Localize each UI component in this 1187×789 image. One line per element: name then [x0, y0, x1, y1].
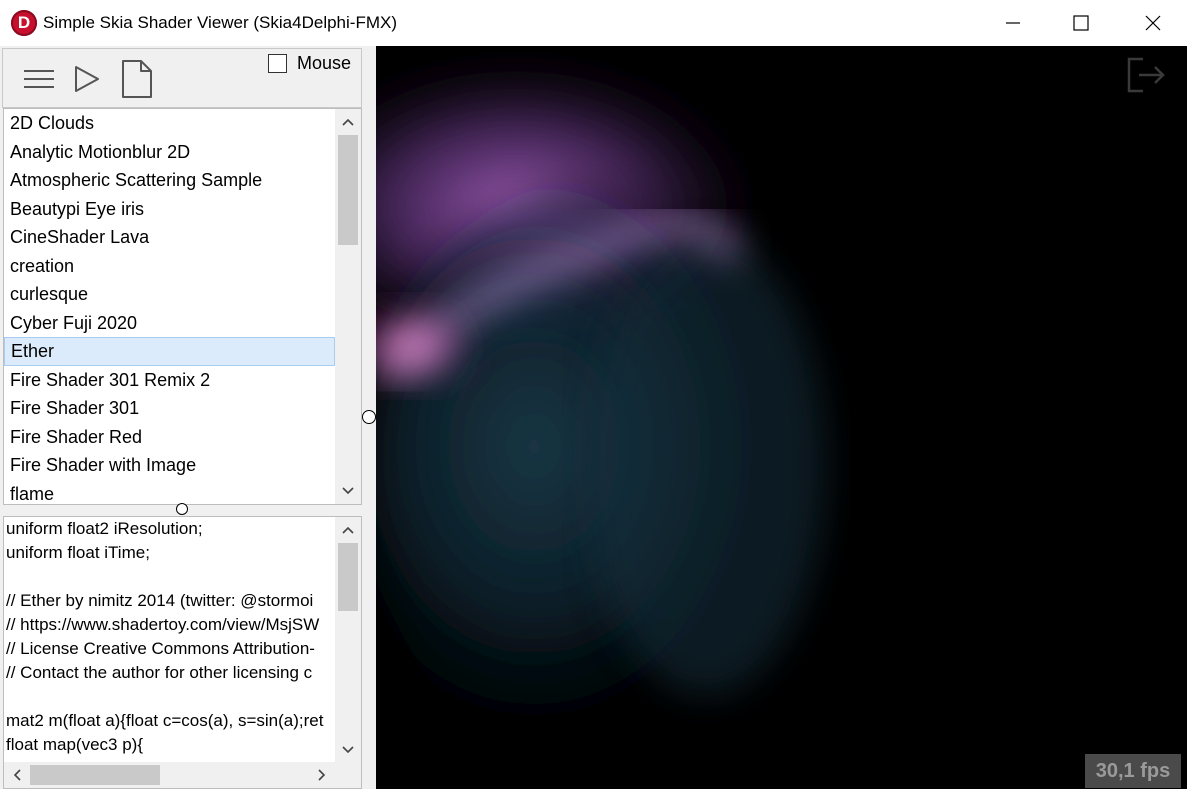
checkbox-box[interactable] — [268, 54, 287, 73]
shader-list-items: 2D Clouds Analytic Motionblur 2D Atmospher… — [4, 109, 361, 505]
document-icon — [122, 60, 152, 98]
code-lines: uniform float2 iResolution; uniform float… — [4, 517, 361, 757]
horizontal-splitter-handle[interactable] — [176, 503, 188, 515]
code-line: // Contact the author for other licensin… — [6, 663, 313, 682]
code-line: mat2 m(float a){float c=cos(a), s=sin(a)… — [6, 711, 324, 730]
shader-list-item[interactable]: Fire Shader 301 — [4, 394, 335, 423]
shader-list-item[interactable]: Cyber Fuji 2020 — [4, 309, 335, 338]
code-hscroll-thumb[interactable] — [30, 765, 160, 785]
shader-code-editor[interactable]: uniform float2 iResolution; uniform float… — [3, 516, 362, 789]
window-title: Simple Skia Shader Viewer (Skia4Delphi-F… — [43, 13, 397, 32]
exit-icon — [1127, 57, 1165, 93]
shader-list-item[interactable]: Ether — [4, 337, 335, 366]
exit-button[interactable] — [1123, 54, 1169, 96]
code-line: // License Creative Commons Attribution- — [6, 639, 315, 658]
code-line: float map(vec3 p){ — [6, 735, 144, 754]
shader-list-item[interactable]: Fire Shader 301 Remix 2 — [4, 366, 335, 395]
code-scroll-up-button[interactable] — [335, 517, 361, 543]
chevron-left-icon — [13, 769, 21, 781]
shader-render-view[interactable]: 30,1 fps — [376, 46, 1187, 789]
shader-render-image — [376, 46, 1187, 789]
toolbar: Mouse — [2, 48, 362, 108]
close-icon — [1145, 15, 1161, 31]
code-scroll-down-button[interactable] — [335, 737, 361, 763]
hamburger-icon — [24, 70, 54, 88]
shader-list[interactable]: 2D Clouds Analytic Motionblur 2D Atmospher… — [3, 108, 362, 505]
maximize-button[interactable] — [1058, 0, 1104, 46]
shader-list-scrollbar[interactable] — [335, 109, 361, 504]
shader-list-item[interactable]: 2D Clouds — [4, 109, 335, 138]
title-bar: D Simple Skia Shader Viewer (Skia4Delphi… — [0, 0, 1187, 46]
play-button[interactable] — [65, 57, 109, 101]
fps-counter: 30,1 fps — [1085, 754, 1181, 788]
code-vertical-scrollbar[interactable] — [335, 517, 361, 763]
code-line: // https://www.shadertoy.com/view/MsjSW — [6, 615, 320, 634]
chevron-up-icon — [342, 526, 354, 534]
scroll-thumb[interactable] — [338, 135, 358, 245]
chevron-down-icon — [342, 487, 354, 495]
shader-list-item[interactable]: Beautypi Eye iris — [4, 195, 335, 224]
scroll-up-button[interactable] — [335, 109, 361, 135]
vertical-splitter-handle[interactable] — [362, 410, 376, 424]
play-icon — [75, 66, 99, 92]
code-scroll-right-button[interactable] — [309, 762, 335, 788]
shader-list-item[interactable]: Fire Shader Red — [4, 423, 335, 452]
mouse-label: Mouse — [297, 53, 352, 73]
shader-list-item[interactable]: Fire Shader with Image — [4, 451, 335, 480]
shader-list-item[interactable]: Analytic Motionblur 2D — [4, 138, 335, 167]
shader-list-item[interactable]: Atmospheric Scattering Sample — [4, 166, 335, 195]
close-button[interactable] — [1130, 0, 1176, 46]
shader-list-item[interactable]: curlesque — [4, 280, 335, 309]
code-scroll-left-button[interactable] — [4, 762, 30, 788]
mouse-checkbox[interactable]: Mouse — [268, 53, 351, 74]
code-horizontal-scrollbar[interactable] — [4, 762, 361, 788]
code-scroll-thumb[interactable] — [338, 543, 358, 611]
maximize-icon — [1073, 15, 1089, 31]
shader-list-item[interactable]: creation — [4, 252, 335, 281]
left-panel: Mouse 2D Clouds Analytic Motionblur 2D Atm… — [0, 46, 364, 789]
code-line: uniform float2 iResolution; — [6, 519, 203, 538]
chevron-right-icon — [318, 769, 326, 781]
shader-list-item[interactable]: flame — [4, 480, 335, 505]
minimize-icon — [1006, 22, 1020, 24]
menu-button[interactable] — [17, 57, 61, 101]
shader-list-item[interactable]: CineShader Lava — [4, 223, 335, 252]
app-icon: D — [11, 10, 37, 36]
code-line: uniform float iTime; — [6, 543, 150, 562]
code-line: // Ether by nimitz 2014 (twitter: @storm… — [6, 591, 314, 610]
chevron-up-icon — [342, 118, 354, 126]
new-file-button[interactable] — [115, 57, 159, 101]
chevron-down-icon — [342, 746, 354, 754]
minimize-button[interactable] — [990, 0, 1036, 46]
scroll-down-button[interactable] — [335, 478, 361, 504]
